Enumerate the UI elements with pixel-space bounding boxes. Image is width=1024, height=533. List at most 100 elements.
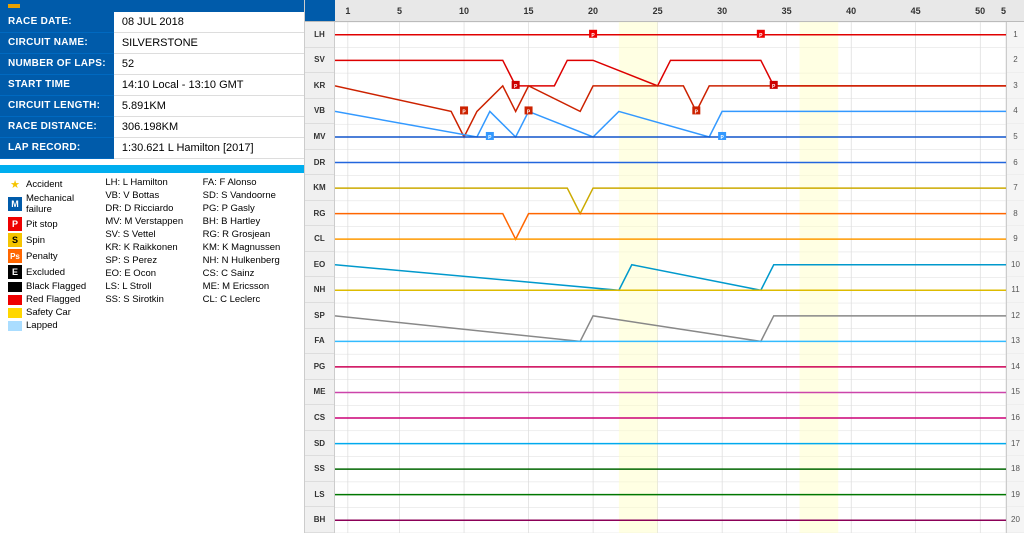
info-label: LAP RECORD:	[0, 138, 114, 159]
driver-label-row: ME	[305, 380, 334, 406]
driver-label-row: EO	[305, 252, 334, 278]
info-label: RACE DISTANCE:	[0, 117, 114, 138]
penalty-icon: Ps	[8, 249, 22, 263]
key-driver-item: SD: S Vandoorne	[203, 190, 296, 201]
pos-label-row: 8	[1007, 201, 1024, 227]
key-penalty: Ps Penalty	[8, 249, 101, 263]
info-grid: RACE DATE:08 JUL 2018CIRCUIT NAME:SILVER…	[0, 12, 304, 159]
lap-tick: 40	[846, 6, 856, 16]
driver-label-row: SP	[305, 303, 334, 329]
lap-tick: 5	[397, 6, 402, 16]
accident-icon: ★	[8, 177, 22, 191]
pos-label-row: 6	[1007, 150, 1024, 176]
key-driver-item: RG: R Grosjean	[203, 229, 296, 240]
driver-label-row: NH	[305, 277, 334, 303]
key-excluded: E Excluded	[8, 265, 101, 279]
key-driver-item: CS: C Sainz	[203, 268, 296, 279]
driver-label-row: DR	[305, 150, 334, 176]
key-mechanical: M Mechanical failure	[8, 193, 101, 215]
key-driver-item: SV: S Vettel	[105, 229, 198, 240]
key-driver-item: MV: M Verstappen	[105, 216, 198, 227]
lap-tick: 25	[653, 6, 663, 16]
pos-label-row: 11	[1007, 277, 1024, 303]
driver-label-row: FA	[305, 329, 334, 355]
key-driver-item: KR: K Raikkonen	[105, 242, 198, 253]
driver-label-row: PG	[305, 354, 334, 380]
key-accident: ★ Accident	[8, 177, 101, 191]
right-panel: 1510152025303540455052 LHSVKRVBMVDRKMRGC…	[305, 0, 1024, 533]
key-driver-item: ME: M Ericsson	[203, 281, 296, 292]
pitstop-icon: P	[8, 217, 22, 231]
key-lapped: Lapped	[8, 320, 101, 331]
driver-label-row: BH	[305, 507, 334, 533]
lap-tick: 15	[524, 6, 534, 16]
pos-label-row: 3	[1007, 73, 1024, 99]
info-label: CIRCUIT NAME:	[0, 33, 114, 54]
lap-tick: 30	[717, 6, 727, 16]
info-label: CIRCUIT LENGTH:	[0, 96, 114, 117]
key-safety-car: Safety Car	[8, 307, 101, 318]
pos-label-row: 12	[1007, 303, 1024, 329]
pos-label-row: 2	[1007, 48, 1024, 74]
driver-label-row: LS	[305, 482, 334, 508]
key-driver-item: CL: C Leclerc	[203, 294, 296, 305]
chart-svg: PPPPPPPPP	[335, 22, 1006, 533]
lap-tick: 45	[911, 6, 921, 16]
info-value: 52	[114, 54, 304, 75]
driver-label-row: MV	[305, 124, 334, 150]
key-driver-item: BH: B Hartley	[203, 216, 296, 227]
key-black-flagged: Black Flagged	[8, 281, 101, 292]
lap-tick: 10	[459, 6, 469, 16]
pos-label-row: 9	[1007, 226, 1024, 252]
lap-tick: 20	[588, 6, 598, 16]
info-value: SILVERSTONE	[114, 33, 304, 54]
pos-labels: 1234567891011121314151617181920	[1006, 22, 1024, 533]
info-value: 306.198KM	[114, 117, 304, 138]
key-red-flagged: Red Flagged	[8, 294, 101, 305]
red-flag-box	[8, 295, 22, 305]
driver-label-row: VB	[305, 99, 334, 125]
lapped-box	[8, 321, 22, 331]
driver-label-row: LH	[305, 22, 334, 48]
pos-label-row: 5	[1007, 124, 1024, 150]
driver-label-row: CL	[305, 226, 334, 252]
pos-label-row: 16	[1007, 405, 1024, 431]
pos-label-row: 19	[1007, 482, 1024, 508]
pos-label-row: 13	[1007, 329, 1024, 355]
key-driver-item: EO: E Ocon	[105, 268, 198, 279]
mechanical-icon: M	[8, 197, 22, 211]
pos-label-row: 15	[1007, 380, 1024, 406]
lap-tick: 52	[1001, 6, 1006, 16]
driver-labels: LHSVKRVBMVDRKMRGCLEONHSPFAPGMECSSDSSLSBH	[305, 22, 335, 533]
key-col-3: FA: F AlonsoSD: S VandoornePG: P GaslyBH…	[203, 177, 296, 331]
key-driver-item: SS: S Sirotkin	[105, 294, 198, 305]
info-value: 08 JUL 2018	[114, 12, 304, 33]
key-spin: S Spin	[8, 233, 101, 247]
key-driver-item: KM: K Magnussen	[203, 242, 296, 253]
info-value: 1:30.621 L Hamilton [2017]	[114, 138, 304, 159]
safety-car-box	[8, 308, 22, 318]
round-badge	[8, 4, 20, 8]
info-value: 14:10 Local - 13:10 GMT	[114, 75, 304, 96]
driver-label-row: KM	[305, 175, 334, 201]
driver-label-row: CS	[305, 405, 334, 431]
left-panel: RACE DATE:08 JUL 2018CIRCUIT NAME:SILVER…	[0, 0, 305, 533]
key-col-2: LH: L HamiltonVB: V BottasDR: D Ricciard…	[105, 177, 198, 331]
driver-label-row: SD	[305, 431, 334, 457]
key-col-1: ★ Accident M Mechanical failure P Pit st…	[8, 177, 101, 331]
pos-label-row: 18	[1007, 456, 1024, 482]
key-driver-item: LS: L Stroll	[105, 281, 198, 292]
key-pitstop: P Pit stop	[8, 217, 101, 231]
driver-label-row: SV	[305, 48, 334, 74]
info-value: 5.891KM	[114, 96, 304, 117]
pos-label-row: 14	[1007, 354, 1024, 380]
pos-label-row: 7	[1007, 175, 1024, 201]
driver-label-row: SS	[305, 456, 334, 482]
info-label: NUMBER OF LAPS:	[0, 54, 114, 75]
key-driver-item: NH: N Hulkenberg	[203, 255, 296, 266]
key-driver-item: VB: V Bottas	[105, 190, 198, 201]
key-driver-item: FA: F Alonso	[203, 177, 296, 188]
lap-tick: 1	[345, 6, 350, 16]
lap-tick: 35	[782, 6, 792, 16]
pos-label-row: 20	[1007, 507, 1024, 533]
